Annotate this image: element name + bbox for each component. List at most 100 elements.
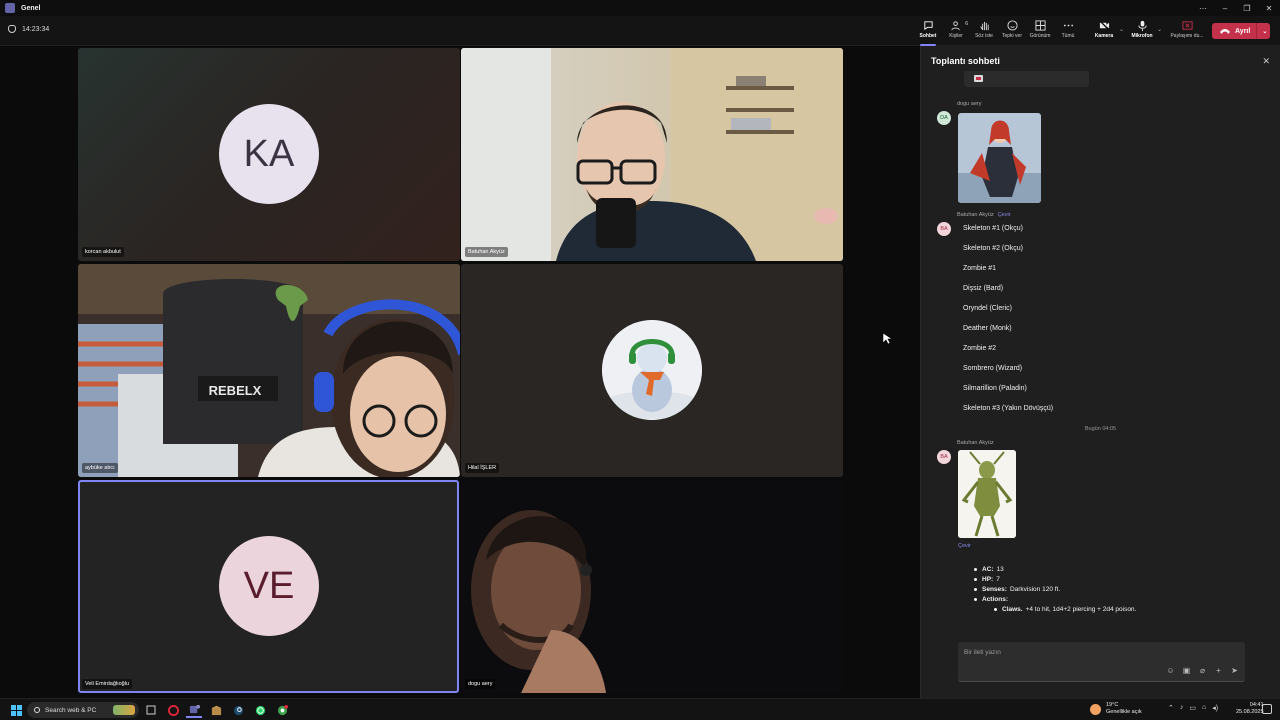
task-view-button[interactable] (143, 702, 159, 718)
view-button[interactable]: Görünüm (1027, 20, 1053, 44)
hand-icon (979, 21, 989, 31)
participant-video-tile[interactable]: Batuhan Akyüz (461, 48, 843, 261)
initiative-list: Skeleton #1 (Okçu) Skeleton #2 (Okçu) Zo… (963, 225, 1053, 425)
shield-icon (8, 25, 16, 33)
minimize-button[interactable]: – (1214, 0, 1236, 16)
steam-taskbar-button[interactable] (230, 702, 246, 718)
taskbar-clock[interactable]: 04:41 25.08.2025 (1236, 702, 1264, 716)
participant-video (461, 48, 843, 261)
chat-button[interactable]: Sohbet (915, 20, 941, 46)
list-item: Oryndel (Cleric) (963, 305, 1013, 312)
meeting-timer: 14:23:34 (8, 25, 49, 33)
box-icon (211, 705, 221, 715)
raise-hand-button[interactable]: Söz iste (971, 20, 997, 44)
gif-icon[interactable]: ▣ (1182, 666, 1191, 675)
clock-time: 04:41 (1249, 702, 1264, 708)
avatar: KA (219, 104, 319, 204)
weather-desc: Genellikle açık (1106, 709, 1142, 715)
participant-video-tile[interactable]: dogu aery (461, 480, 843, 693)
chat-icon (923, 21, 933, 31)
participant-tile[interactable]: KA korcan akbulut (78, 48, 460, 261)
smiley-icon (1006, 20, 1018, 31)
sender-avatar: BA (937, 450, 951, 464)
window-controls: ⋯ – ❐ ✕ (1192, 0, 1280, 16)
list-item: Skeleton #1 (Okçu) (963, 225, 1023, 232)
leave-options-chevron-icon[interactable]: ⌄ (1262, 28, 1267, 35)
teams-meeting-window: Genel ⋯ – ❐ ✕ 14:23:34 Sohbet 6 Kişiler … (0, 0, 1280, 720)
more-button[interactable]: Tümü (1055, 20, 1081, 44)
notification-icon[interactable] (1262, 704, 1272, 714)
close-chat-icon[interactable]: ✕ (1262, 56, 1270, 67)
participant-video: REBELX (78, 264, 460, 477)
participant-tile[interactable]: VE Veli Emirdağlıoğlu (78, 480, 459, 693)
task-view-icon (146, 705, 156, 715)
windows-taskbar: Search web & PC 19°C Genellikle açık ⌃ ♪… (0, 698, 1280, 720)
title-bar: Genel ⋯ – ❐ ✕ (0, 0, 1280, 16)
message-sender: Batuhan Akyüz Çevir (957, 212, 1011, 218)
translate-link[interactable]: Çevir (958, 543, 971, 549)
camera-button[interactable]: Kamera (1091, 20, 1117, 44)
teams-taskbar-button[interactable] (186, 702, 202, 718)
svg-text:REBELX: REBELX (209, 383, 262, 398)
ellipsis-icon (1063, 24, 1073, 27)
react-button[interactable]: Tepki ver (999, 20, 1025, 44)
clock-date: 25.08.2025 (1236, 709, 1264, 715)
list-item: Deather (Monk) (963, 325, 1012, 332)
close-window-button[interactable]: ✕ (1258, 0, 1280, 16)
shared-image[interactable] (958, 113, 1041, 203)
share-button[interactable]: Paylaşımı du... (1170, 20, 1204, 44)
day-divider: Bugün 04:05 (1084, 426, 1117, 432)
translate-link[interactable]: Çevir (998, 212, 1011, 218)
weather-temp: 19°C (1106, 702, 1119, 708)
participant-name: Veli Emirdağlıoğlu (82, 679, 133, 689)
send-icon[interactable]: ➤ (1230, 666, 1239, 675)
volume-icon[interactable]: ◂) (1212, 704, 1218, 712)
chat-title: Toplantı sohbeti (931, 56, 1000, 66)
app-taskbar-button[interactable] (208, 702, 224, 718)
participant-video-tile[interactable]: REBELX aybüke atıcı (78, 264, 460, 477)
timer-text: 14:23:34 (22, 25, 50, 33)
camera-options-chevron-icon[interactable]: ⌄ (1119, 26, 1124, 33)
leave-button[interactable]: Ayrıl ⌄ (1212, 23, 1270, 39)
display-icon[interactable]: ▭ (1189, 704, 1196, 712)
people-button[interactable]: 6 Kişiler (943, 20, 969, 44)
previous-attachment-card[interactable] (964, 71, 1089, 87)
people-count: 6 (965, 21, 968, 27)
list-item: Skeleton #2 (Okçu) (963, 245, 1023, 252)
emoji-icon[interactable]: ☺ (1166, 666, 1175, 675)
windows-logo-icon (10, 704, 22, 716)
shared-image[interactable] (958, 450, 1016, 538)
taskbar-search[interactable]: Search web & PC (27, 702, 139, 718)
message-compose-box[interactable]: Bir ileti yazın ☺ ▣ ⌀ + ➤ (958, 642, 1245, 682)
list-item: Sombrero (Wizard) (963, 365, 1023, 372)
teams-icon (5, 3, 15, 13)
participant-tile[interactable]: Hilal İŞLER (461, 264, 843, 477)
participant-name: dogu aery (465, 679, 496, 689)
browser-taskbar-button[interactable] (274, 702, 290, 718)
start-button[interactable] (8, 702, 24, 718)
whatsapp-taskbar-button[interactable] (252, 702, 268, 718)
chevron-up-icon[interactable]: ⌃ (1168, 704, 1174, 712)
microphone-icon (1137, 20, 1147, 31)
plus-icon[interactable]: + (1214, 666, 1223, 675)
microphone-button[interactable]: Mikrofon (1129, 20, 1155, 44)
list-item: Zombie #2 (963, 345, 997, 352)
list-item: Skeleton #3 (Yakın Dövüşçü) (963, 405, 1054, 412)
microphone-tray-icon[interactable]: ♪ (1180, 704, 1184, 712)
more-options-icon[interactable]: ⋯ (1192, 0, 1214, 16)
weather-widget[interactable]: 19°C Genellikle açık (1090, 702, 1142, 716)
mic-options-chevron-icon[interactable]: ⌄ (1157, 26, 1162, 33)
participant-name: Batuhan Akyüz (465, 247, 508, 257)
stop-share-icon (1181, 21, 1193, 30)
sender-avatar: DA (937, 111, 951, 125)
opera-icon (167, 704, 179, 716)
phone-hangup-icon (1220, 29, 1230, 34)
people-icon (950, 21, 960, 31)
network-icon[interactable]: ⌂ (1202, 704, 1206, 712)
attach-icon[interactable]: ⌀ (1198, 666, 1207, 675)
monster-art-image (958, 450, 1016, 538)
opera-taskbar-button[interactable] (165, 702, 181, 718)
snowman-icon (602, 320, 702, 420)
compose-placeholder: Bir ileti yazın (964, 649, 1001, 656)
maximize-button[interactable]: ❐ (1236, 0, 1258, 16)
